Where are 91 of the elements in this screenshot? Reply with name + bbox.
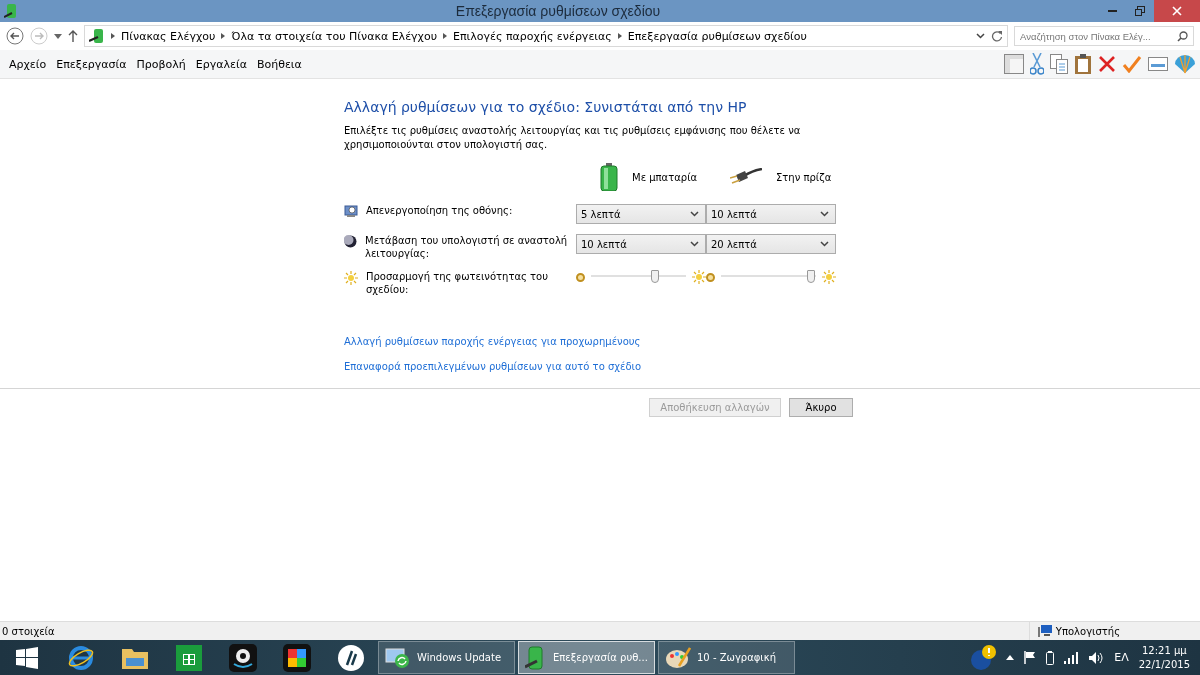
clock[interactable]: 12:21 μμ 22/1/2015 [1138,643,1190,672]
properties-button[interactable] [1148,57,1168,71]
search-icon [1177,30,1188,42]
taskbar-button[interactable]: Windows Update [378,641,515,674]
help-alert-icon [970,644,997,671]
chevron-down-icon [690,211,699,217]
setting-label: Προσαρμογή της φωτεινότητας του σχεδίου: [366,270,549,296]
delete-button[interactable] [1098,55,1116,73]
menu-item[interactable]: Προβολή [131,57,191,71]
layout-button[interactable] [1004,54,1024,74]
menu-item[interactable]: Αρχείο [4,57,52,71]
close-button[interactable] [1154,0,1200,22]
circle-logo-icon [337,643,365,672]
palette-icon [665,645,691,670]
dim-brightness-icon [706,272,715,282]
brightness-slider[interactable] [721,270,816,284]
clipboard-icon [1074,53,1092,75]
delete-icon [1098,55,1116,73]
copy-button[interactable] [1050,54,1068,74]
taskbar-button[interactable]: 10 - Ζωγραφική [658,641,795,674]
caret-icon [54,33,62,39]
bright-sun-icon [692,270,706,284]
minimize-icon [1107,10,1117,12]
cancel-button[interactable]: Άκυρο [789,398,853,417]
dropdown[interactable]: 10 λεπτά [706,204,836,224]
browser-e-icon [68,644,94,671]
column-header: Με μπαταρία [632,171,698,183]
recent-dropdown[interactable] [54,33,62,39]
windows-logo-icon [16,646,38,669]
language-indicator[interactable]: ΕΛ [1114,651,1129,664]
back-button[interactable] [6,27,24,45]
setting-label: Απενεργοποίηση της οθόνης: [366,204,513,217]
search-field[interactable]: Αναζήτηση στον Πίνακα Ελέγ... [1014,26,1194,46]
description-text: Επιλέξτε τις ρυθμίσεις αναστολής λειτουργίας και τις ρυθμίσεις εμφάνισης που θέλετε να χρησιμοποιούνται στον υπολογιστή σας. [344,124,802,152]
taskbar-button[interactable]: Επεξεργασία ρυθ... [518,641,655,674]
chevron-down-icon [976,33,985,39]
signal-bars-icon [1064,651,1079,664]
computer-icon [1037,625,1052,637]
breadcrumb[interactable]: Όλα τα στοιχεία του Πίνακα Ελέγχου [231,29,438,43]
scissors-icon [1030,53,1044,75]
paste-button[interactable] [1074,53,1092,75]
dropdown[interactable]: 5 λεπτά [576,204,706,224]
zone-label: Υπολογιστής [1055,625,1120,637]
page-heading: Αλλαγή ρυθμίσεων για το σχέδιο: Συνιστάται από την HP [344,99,748,115]
moon-icon [344,235,357,248]
shell-button[interactable] [1174,54,1196,74]
menu-item[interactable]: Επεξεργασία [51,57,132,71]
up-button[interactable] [68,30,78,42]
monitor-clock-icon [344,205,358,218]
battery-icon [600,163,618,191]
sun-icon [344,271,358,285]
seashell-icon [1174,54,1196,74]
puzzle-icon [283,643,311,672]
link[interactable]: Αλλαγή ρυθμίσεων παροχής ενέργειας για προχωρημένους [344,336,641,347]
battery-plug-icon [89,28,105,44]
brightness-slider[interactable] [591,270,686,284]
update-icon [385,646,411,669]
restore-icon [1135,6,1145,16]
menu-item[interactable]: Βοήθεια [251,57,307,71]
copy-icon [1050,54,1068,74]
flag-icon [1024,651,1037,664]
column-header: Στην πρίζα [776,171,832,183]
checkmark-icon [1122,55,1142,73]
window-title: Επεξεργασία ρυθμίσεων σχεδίου [454,3,662,19]
up-caret-icon [1006,655,1015,660]
link[interactable]: Επαναφορά προεπιλεγμένων ρυθμίσεων για αυτό το σχέδιο [344,361,642,372]
dropdown[interactable]: 10 λεπτά [576,234,706,254]
battery-plug-icon [4,3,18,19]
menu-item[interactable]: Εργαλεία [190,57,252,71]
chevron-down-icon [690,241,699,247]
dim-brightness-icon [576,272,585,282]
webcam-icon [229,643,257,672]
address-bar[interactable]: Πίνακας Ελέγχου Όλα τα στοιχεία του Πίνακα Ελέγχου Επιλογές παροχής ενέργειας Επεξεργασία ρυθμίσεων σχεδίου [84,25,1008,47]
cut-button[interactable] [1030,53,1044,75]
card-icon [1148,57,1168,71]
battery-icon [1046,650,1055,665]
breadcrumb[interactable]: Πίνακας Ελέγχου [121,29,216,43]
chevron-down-icon [820,211,829,217]
breadcrumb[interactable]: Επεξεργασία ρυθμίσεων σχεδίου [627,29,807,43]
speaker-icon [1088,650,1105,665]
dropdown[interactable]: 20 λεπτά [706,234,836,254]
chevron-down-icon [820,241,829,247]
power-plug-icon [730,168,762,186]
setting-label: Μετάβαση του υπολογιστή σε αναστολή λειτουργίας: [365,234,569,260]
close-icon [1172,6,1182,16]
breadcrumb[interactable]: Επιλογές παροχής ενέργειας [453,29,612,43]
refresh-icon [991,30,1003,42]
layout-icon [1004,54,1024,74]
bright-sun-icon [822,270,836,284]
up-arrow-icon [68,30,78,42]
item-count: 0 στοιχεία [2,625,55,637]
